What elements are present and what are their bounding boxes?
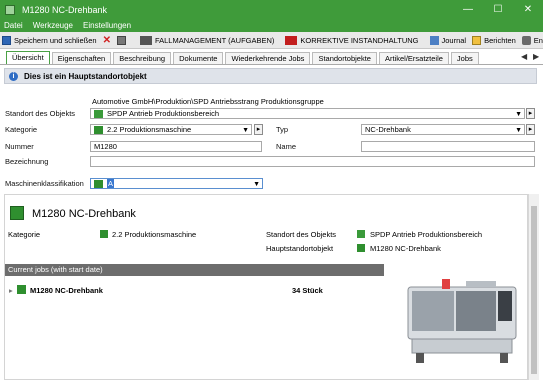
toolbar: Speichern und schließen ✕ FALLMANAGEMENT… (0, 32, 543, 49)
withdrawal-icon (521, 35, 531, 45)
tab-prev-icon[interactable]: ◀ (521, 52, 527, 61)
tab-next-icon[interactable]: ▶ (533, 52, 539, 61)
category-label: Kategorie (5, 125, 38, 134)
window-title: M1280 NC-Drehbank (22, 4, 108, 15)
withdrawal-button[interactable]: Entnahme (521, 35, 543, 45)
chevron-down-icon: ▼ (242, 127, 249, 134)
tab-eigenschaften[interactable]: Eigenschaften (51, 52, 112, 64)
case-management-button[interactable]: FALLMANAGEMENT (AUFGABEN) (139, 35, 275, 45)
summary-main-value: M1280 NC-Drehbank (370, 244, 441, 253)
info-text: Dies ist ein Hauptstandortobjekt (24, 71, 147, 81)
summary-category-label: Kategorie (8, 230, 41, 239)
machine-cube-icon (10, 206, 24, 220)
location-path: Automotive GmbH\Produktion\SPD Antriebss… (92, 97, 324, 106)
classification-icon (94, 179, 103, 188)
summary-location-label: Standort des Objekts (266, 230, 337, 239)
category-icon (100, 230, 108, 238)
category-open-button[interactable]: ▸ (254, 124, 263, 135)
category-icon (94, 125, 103, 134)
name-label: Name (276, 142, 297, 151)
number-input[interactable]: M1280 (90, 141, 262, 152)
save-close-button[interactable]: Speichern und schließen (2, 35, 97, 45)
tab-standortobjekte[interactable]: Standortobjekte (312, 52, 377, 64)
scrollbar-thumb[interactable] (531, 206, 537, 374)
report-icon (472, 35, 482, 45)
location-label: Standort des Objekts (5, 109, 76, 118)
chevron-down-icon: ▼ (253, 181, 260, 188)
menu-bar: Datei Werkzeuge Einstellungen (0, 19, 543, 32)
job-name[interactable]: M1280 NC-Drehbank (30, 286, 103, 295)
menu-einstellungen[interactable]: Einstellungen (83, 21, 131, 30)
journal-icon (429, 35, 439, 45)
case-management-label: FALLMANAGEMENT (AUFGABEN) (154, 35, 275, 45)
tab-bar: Übersicht Eigenschaften Beschreibung Dok… (0, 51, 543, 65)
tab-dokumente[interactable]: Dokumente (173, 52, 224, 64)
app-icon (5, 4, 15, 15)
delete-icon: ✕ (102, 34, 111, 46)
case-icon (139, 35, 152, 45)
corrective-maintenance-button[interactable]: KORREKTIVE INSTANDHALTUNG (285, 35, 419, 45)
machine-cube-icon (17, 285, 26, 294)
tab-jobs[interactable]: Jobs (450, 52, 479, 64)
tab-artikel-ersatzteile[interactable]: Artikel/Ersatzteile (378, 52, 449, 64)
summary-location-value: SPDP Antrieb Produktionsbereich (370, 230, 483, 239)
location-icon (357, 230, 365, 238)
category-value: 2.2 Produktionsmaschine (107, 125, 192, 134)
designation-label: Bezeichnung (5, 157, 49, 166)
summary-main-label: Hauptstandortobjekt (266, 244, 334, 253)
number-label: Nummer (5, 142, 34, 151)
tab-beschreibung[interactable]: Beschreibung (113, 52, 172, 64)
job-quantity: 34 Stück (292, 286, 323, 295)
print-icon (116, 35, 126, 45)
machine-image (407, 279, 517, 363)
corrective-maintenance-label: KORREKTIVE INSTANDHALTUNG (300, 35, 419, 45)
classification-dropdown[interactable]: A ▼ (90, 178, 263, 189)
vertical-scrollbar[interactable] (528, 194, 539, 380)
minimize-button[interactable]: — (454, 0, 482, 19)
delete-button[interactable]: ✕ (103, 35, 111, 46)
print-button[interactable] (116, 35, 129, 45)
withdrawal-label: Entnahme (533, 35, 543, 45)
type-dropdown[interactable]: NC-Drehbank ▼ (361, 124, 525, 135)
type-open-button[interactable]: ▸ (526, 124, 535, 135)
type-value: NC-Drehbank (365, 125, 411, 134)
type-label: Typ (276, 125, 289, 134)
menu-werkzeuge[interactable]: Werkzeuge (33, 21, 73, 30)
classification-label: Maschinenklassifikation (5, 179, 84, 188)
designation-input[interactable] (90, 156, 535, 167)
close-window-button[interactable]: ✕ (514, 0, 542, 19)
jobs-header: Current jobs (with start date) (5, 264, 384, 276)
tab-uebersicht[interactable]: Übersicht (6, 51, 50, 64)
location-dropdown[interactable]: SPDP Antrieb Produktionsbereich ▼ (90, 108, 525, 119)
corrective-icon (285, 35, 298, 45)
info-bar: i Dies ist ein Hauptstandortobjekt (4, 68, 537, 84)
expand-icon[interactable]: ▸ (9, 286, 13, 295)
reports-button[interactable]: Berichten (472, 35, 516, 45)
machine-cube-icon (357, 244, 365, 252)
save-icon (2, 35, 11, 45)
info-icon: i (9, 71, 18, 81)
menu-datei[interactable]: Datei (4, 21, 23, 30)
chevron-down-icon: ▼ (515, 111, 522, 118)
summary-category-value: 2.2 Produktionsmaschine (112, 230, 197, 239)
journal-button[interactable]: Journal (429, 35, 467, 45)
tab-wiederkehrende-jobs[interactable]: Wiederkehrende Jobs (225, 52, 311, 64)
maximize-button[interactable]: ☐ (484, 0, 512, 19)
location-icon (94, 109, 103, 118)
category-dropdown[interactable]: 2.2 Produktionsmaschine ▼ (90, 124, 252, 135)
reports-label: Berichten (484, 35, 516, 45)
chevron-down-icon: ▼ (515, 127, 522, 134)
name-input[interactable] (361, 141, 535, 152)
location-open-button[interactable]: ▸ (526, 108, 535, 119)
journal-label: Journal (441, 35, 467, 45)
summary-title: M1280 NC-Drehbank (32, 208, 136, 220)
save-close-label: Speichern und schließen (14, 35, 97, 45)
classification-value: A (107, 179, 115, 188)
location-value: SPDP Antrieb Produktionsbereich (107, 109, 220, 118)
